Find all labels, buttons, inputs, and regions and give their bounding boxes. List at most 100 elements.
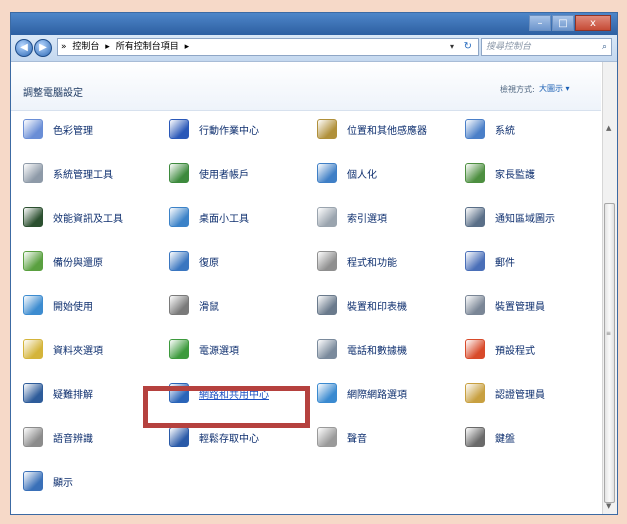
control-panel-item-label[interactable]: 桌面小工具 (199, 210, 249, 225)
control-panel-item-icon[interactable] (23, 339, 43, 359)
breadcrumb-all-items[interactable]: 所有控制台項目 (116, 39, 179, 55)
control-panel-item[interactable]: 語音辨識 (23, 426, 93, 448)
control-panel-item-icon[interactable] (23, 207, 43, 227)
control-panel-item-icon[interactable] (465, 163, 485, 183)
control-panel-item-label[interactable]: 行動作業中心 (199, 122, 259, 137)
control-panel-item[interactable]: 家長監護 (465, 162, 535, 184)
control-panel-item-label[interactable]: 電話和數據機 (347, 342, 407, 357)
control-panel-item[interactable]: 位置和其他感應器 (317, 118, 427, 140)
control-panel-item-label[interactable]: 備份與還原 (53, 254, 103, 269)
control-panel-item-label[interactable]: 網際網路選項 (347, 386, 407, 401)
control-panel-item-icon[interactable] (169, 163, 189, 183)
control-panel-item-icon[interactable] (317, 207, 337, 227)
control-panel-item-icon[interactable] (169, 339, 189, 359)
control-panel-item-label[interactable]: 色彩管理 (53, 122, 93, 137)
control-panel-item-icon[interactable] (169, 119, 189, 139)
control-panel-item-icon[interactable] (465, 207, 485, 227)
control-panel-item-icon[interactable] (23, 163, 43, 183)
control-panel-item-label[interactable]: 郵件 (495, 254, 515, 269)
control-panel-item-label[interactable]: 系統 (495, 122, 515, 137)
control-panel-item-icon[interactable] (169, 207, 189, 227)
control-panel-item[interactable]: 電話和數據機 (317, 338, 407, 360)
control-panel-item-icon[interactable] (169, 427, 189, 447)
control-panel-item[interactable]: 桌面小工具 (169, 206, 249, 228)
control-panel-item[interactable]: 認證管理員 (465, 382, 545, 404)
control-panel-item[interactable]: 系統管理工具 (23, 162, 113, 184)
control-panel-item[interactable]: 電源選項 (169, 338, 239, 360)
control-panel-item[interactable]: 通知區域圖示 (465, 206, 555, 228)
control-panel-item-label[interactable]: 認證管理員 (495, 386, 545, 401)
address-bar[interactable]: » 控制台 ▸ 所有控制台項目 ▸ ▾ ↻ (57, 38, 479, 56)
minimize-button[interactable]: – (529, 15, 551, 31)
control-panel-item[interactable]: 索引選項 (317, 206, 387, 228)
control-panel-item[interactable]: 備份與還原 (23, 250, 103, 272)
control-panel-item-icon[interactable] (317, 383, 337, 403)
control-panel-item-label[interactable]: 復原 (199, 254, 219, 269)
control-panel-item[interactable]: 個人化 (317, 162, 377, 184)
path-root-icon[interactable]: » (61, 39, 67, 55)
control-panel-item[interactable]: 疑難排解 (23, 382, 93, 404)
scroll-up-icon[interactable]: ▲ (606, 124, 611, 132)
control-panel-item-icon[interactable] (465, 119, 485, 139)
control-panel-item-label[interactable]: 顯示 (53, 474, 73, 489)
breadcrumb-separator[interactable]: ▸ (185, 39, 190, 55)
control-panel-item[interactable]: 使用者帳戶 (169, 162, 249, 184)
maximize-button[interactable]: □ (552, 15, 574, 31)
control-panel-item-icon[interactable] (23, 251, 43, 271)
control-panel-item-icon[interactable] (23, 471, 43, 491)
refresh-icon[interactable]: ↻ (464, 39, 472, 55)
control-panel-item-label[interactable]: 語音辨識 (53, 430, 93, 445)
control-panel-item-label[interactable]: 通知區域圖示 (495, 210, 555, 225)
control-panel-item[interactable]: 復原 (169, 250, 219, 272)
control-panel-item-icon[interactable] (317, 295, 337, 315)
control-panel-item-icon[interactable] (465, 427, 485, 447)
control-panel-item-icon[interactable] (23, 427, 43, 447)
control-panel-item[interactable]: 網際網路選項 (317, 382, 407, 404)
control-panel-item[interactable]: 系統 (465, 118, 515, 140)
control-panel-item[interactable]: 色彩管理 (23, 118, 93, 140)
control-panel-item-label[interactable]: 系統管理工具 (53, 166, 113, 181)
control-panel-item-label[interactable]: 裝置和印表機 (347, 298, 407, 313)
control-panel-item-icon[interactable] (465, 251, 485, 271)
control-panel-item[interactable]: 滑鼠 (169, 294, 219, 316)
control-panel-item-label[interactable]: 滑鼠 (199, 298, 219, 313)
search-icon[interactable]: ⌕ (602, 39, 607, 55)
control-panel-item-label[interactable]: 預設程式 (495, 342, 535, 357)
control-panel-item[interactable]: 裝置和印表機 (317, 294, 407, 316)
control-panel-item[interactable]: 開始使用 (23, 294, 93, 316)
forward-button[interactable]: ▶ (34, 39, 52, 57)
control-panel-item[interactable]: 聲音 (317, 426, 367, 448)
control-panel-item-icon[interactable] (317, 163, 337, 183)
control-panel-item[interactable]: 輕鬆存取中心 (169, 426, 259, 448)
control-panel-item-label[interactable]: 聲音 (347, 430, 367, 445)
control-panel-item-icon[interactable] (23, 295, 43, 315)
control-panel-item-icon[interactable] (169, 295, 189, 315)
control-panel-item-label[interactable]: 程式和功能 (347, 254, 397, 269)
control-panel-item-label[interactable]: 疑難排解 (53, 386, 93, 401)
breadcrumb-separator[interactable]: ▸ (105, 39, 110, 55)
control-panel-item-label[interactable]: 資料夾選項 (53, 342, 103, 357)
control-panel-item-label[interactable]: 鍵盤 (495, 430, 515, 445)
control-panel-item-label[interactable]: 使用者帳戶 (199, 166, 249, 181)
control-panel-item-label[interactable]: 索引選項 (347, 210, 387, 225)
control-panel-item-label[interactable]: 輕鬆存取中心 (199, 430, 259, 445)
control-panel-item-icon[interactable] (317, 339, 337, 359)
breadcrumb-control-panel[interactable]: 控制台 (72, 39, 99, 55)
control-panel-item[interactable]: 裝置管理員 (465, 294, 545, 316)
control-panel-item[interactable]: 郵件 (465, 250, 515, 272)
control-panel-item[interactable]: 程式和功能 (317, 250, 397, 272)
close-button[interactable]: x (575, 15, 611, 31)
control-panel-item-label[interactable]: 位置和其他感應器 (347, 122, 427, 137)
control-panel-item[interactable]: 效能資訊及工具 (23, 206, 123, 228)
control-panel-item-icon[interactable] (317, 251, 337, 271)
control-panel-item-label[interactable]: 效能資訊及工具 (53, 210, 123, 225)
scroll-down-icon[interactable]: ▼ (606, 502, 611, 510)
control-panel-item-icon[interactable] (169, 251, 189, 271)
control-panel-item-icon[interactable] (317, 119, 337, 139)
address-dropdown-icon[interactable]: ▾ (450, 39, 454, 55)
control-panel-item-label[interactable]: 開始使用 (53, 298, 93, 313)
control-panel-item[interactable]: 行動作業中心 (169, 118, 259, 140)
control-panel-item[interactable]: 鍵盤 (465, 426, 515, 448)
control-panel-item-label[interactable]: 裝置管理員 (495, 298, 545, 313)
control-panel-item-icon[interactable] (23, 383, 43, 403)
